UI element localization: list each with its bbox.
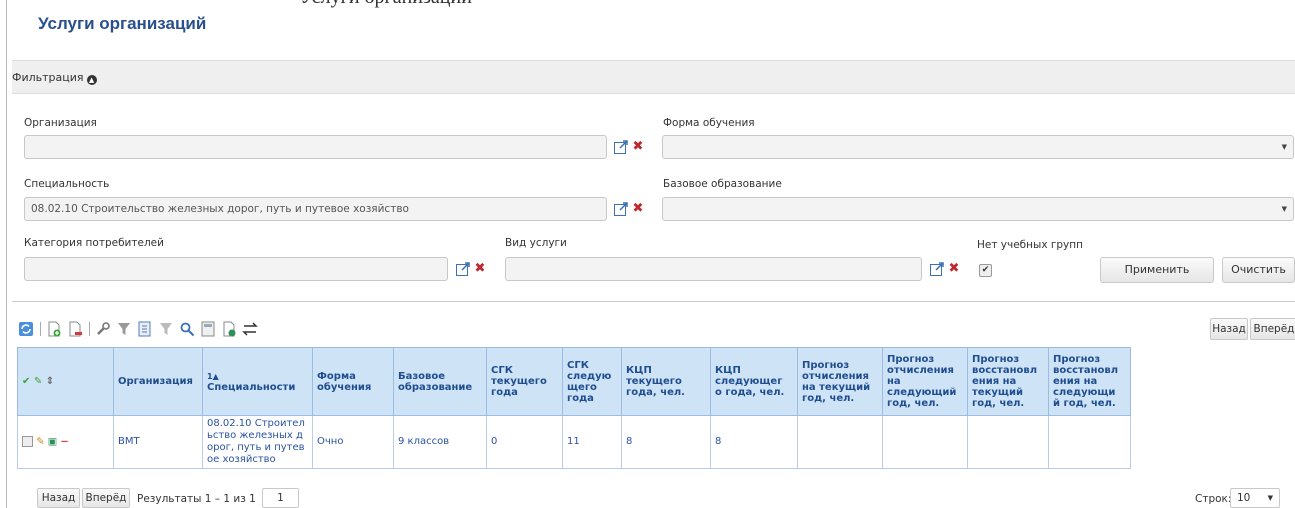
- col-forecast-expulsion-next[interactable]: Прогноз отчисления на следующий год, чел…: [882, 347, 968, 416]
- col-forecast-expulsion-current[interactable]: Прогноз отчисления на текущий год, чел.: [797, 347, 883, 416]
- specialty-field[interactable]: 08.02.10 Строительство железных дорог, п…: [24, 197, 607, 221]
- col-sgk-next[interactable]: СГК следую щего года: [562, 347, 622, 416]
- col-forecast-restore-next[interactable]: Прогноз восстановл ения на следующи й го…: [1048, 347, 1131, 416]
- col-specialty[interactable]: 1▲ Специальности: [202, 347, 313, 416]
- forward-button-top[interactable]: Вперёд: [1250, 318, 1295, 340]
- select-all-header[interactable]: ✔ ✎ ⇕: [17, 347, 114, 416]
- filter-icon[interactable]: [116, 321, 132, 337]
- import-icon[interactable]: [221, 321, 237, 337]
- no-groups-checkbox[interactable]: ✔: [979, 264, 992, 277]
- col-base-education[interactable]: Базовое образование: [393, 347, 487, 416]
- row-actions: ✎ ▣ −: [17, 415, 114, 469]
- refresh-icon[interactable]: [18, 321, 34, 337]
- collapse-toggle-icon[interactable]: ▲: [86, 75, 97, 85]
- back-button[interactable]: Назад: [37, 488, 80, 508]
- sort-indicator: 1▲: [207, 371, 219, 381]
- open-lookup-icon[interactable]: [454, 260, 472, 278]
- col-kcp-current[interactable]: КЦП текущего года, чел.: [621, 347, 711, 416]
- back-button-top[interactable]: Назад: [1210, 318, 1248, 340]
- open-lookup-icon[interactable]: [612, 138, 630, 156]
- col-kcp-next[interactable]: КЦП следующег о года, чел.: [710, 347, 798, 416]
- edit-all-icon[interactable]: ✎: [34, 376, 42, 387]
- services-table: ✔ ✎ ⇕ Организация 1▲ Специальности Форма …: [17, 347, 1131, 469]
- rows-per-page-select[interactable]: 10 ▼: [1230, 488, 1280, 508]
- cell-forecast-expulsion-next[interactable]: [882, 415, 968, 469]
- base-education-select[interactable]: ▼: [662, 197, 1294, 221]
- cell-specialty[interactable]: 08.02.10 Строител ьство железных д орог,…: [202, 415, 313, 469]
- cell-forecast-restore-current[interactable]: [967, 415, 1049, 469]
- search-icon[interactable]: [179, 321, 195, 337]
- check-all-icon[interactable]: ✔: [22, 376, 30, 387]
- col-study-form[interactable]: Форма обучения: [312, 347, 394, 416]
- apply-button[interactable]: Применить: [1100, 257, 1214, 283]
- toolbar-separator: [40, 322, 41, 336]
- clear-filter-icon[interactable]: [158, 321, 174, 337]
- study-form-label: Форма обучения: [663, 117, 755, 129]
- col-sgk-current[interactable]: СГК текущего года: [486, 347, 563, 416]
- specialty-label: Специальность: [24, 178, 110, 190]
- page-title: Услуги организаций: [38, 14, 207, 33]
- base-education-label: Базовое образование: [663, 178, 782, 190]
- table-row[interactable]: ✎ ▣ − ВМТ 08.02.10 Строител ьство железн…: [17, 415, 1131, 469]
- cell-study-form[interactable]: Очно: [312, 415, 394, 469]
- organization-field[interactable]: [24, 135, 607, 159]
- organization-label: Организация: [24, 117, 97, 129]
- open-lookup-icon[interactable]: [612, 200, 630, 218]
- filter-header[interactable]: Фильтрация ▲: [12, 60, 1295, 94]
- cell-kcp-next[interactable]: 8: [710, 415, 798, 469]
- settings-wrench-icon[interactable]: [95, 321, 111, 337]
- cell-kcp-current[interactable]: 8: [621, 415, 711, 469]
- consumer-category-field[interactable]: [24, 257, 448, 281]
- edit-icon[interactable]: ✎: [36, 436, 44, 447]
- study-form-select[interactable]: ▼: [662, 135, 1294, 159]
- filter-title: Фильтрация: [12, 71, 84, 84]
- col-forecast-restore-current[interactable]: Прогноз восстановл ения на текущий год, …: [967, 347, 1049, 416]
- add-record-icon[interactable]: [46, 321, 62, 337]
- toolbar-separator: [89, 322, 90, 336]
- rows-per-page-label: Строк:: [1195, 493, 1232, 505]
- expand-icon[interactable]: ⇕: [46, 376, 54, 387]
- grid-toolbar: [18, 319, 263, 339]
- divider: [12, 301, 1295, 302]
- no-groups-label: Нет учебных групп: [977, 239, 1083, 251]
- consumer-category-label: Категория потребителей: [24, 237, 164, 249]
- col-organization[interactable]: Организация: [113, 347, 203, 416]
- chevron-down-icon: ▼: [1267, 494, 1273, 502]
- cell-organization[interactable]: ВМТ: [113, 415, 203, 469]
- open-lookup-icon[interactable]: [928, 260, 946, 278]
- clear-organization-icon[interactable]: ✖: [631, 138, 645, 156]
- results-summary: Результаты 1 – 1 из 1: [137, 493, 256, 505]
- clear-consumer-category-icon[interactable]: ✖: [473, 260, 487, 278]
- cell-forecast-expulsion-current[interactable]: [797, 415, 883, 469]
- cell-base-education[interactable]: 9 классов: [393, 415, 487, 469]
- row-checkbox[interactable]: [22, 435, 33, 447]
- forward-button[interactable]: Вперёд: [82, 488, 130, 508]
- transfer-arrows-icon[interactable]: [242, 321, 258, 337]
- cell-forecast-restore-next[interactable]: [1048, 415, 1131, 469]
- clear-button[interactable]: Очистить: [1222, 257, 1295, 283]
- clear-specialty-icon[interactable]: ✖: [631, 200, 645, 218]
- service-type-label: Вид услуги: [505, 237, 567, 249]
- clear-service-type-icon[interactable]: ✖: [947, 260, 961, 278]
- cell-sgk-next[interactable]: 11: [562, 415, 622, 469]
- cell-sgk-current[interactable]: 0: [486, 415, 563, 469]
- export-icon[interactable]: [137, 321, 153, 337]
- open-card-icon[interactable]: ▣: [48, 436, 57, 447]
- calculator-icon[interactable]: [200, 321, 216, 337]
- chevron-down-icon: ▼: [1281, 205, 1287, 213]
- chevron-down-icon: ▼: [1281, 143, 1287, 151]
- delete-record-icon[interactable]: [67, 321, 83, 337]
- page-number-input[interactable]: 1: [262, 488, 299, 508]
- remove-icon[interactable]: −: [60, 436, 68, 447]
- service-type-field[interactable]: [505, 257, 922, 281]
